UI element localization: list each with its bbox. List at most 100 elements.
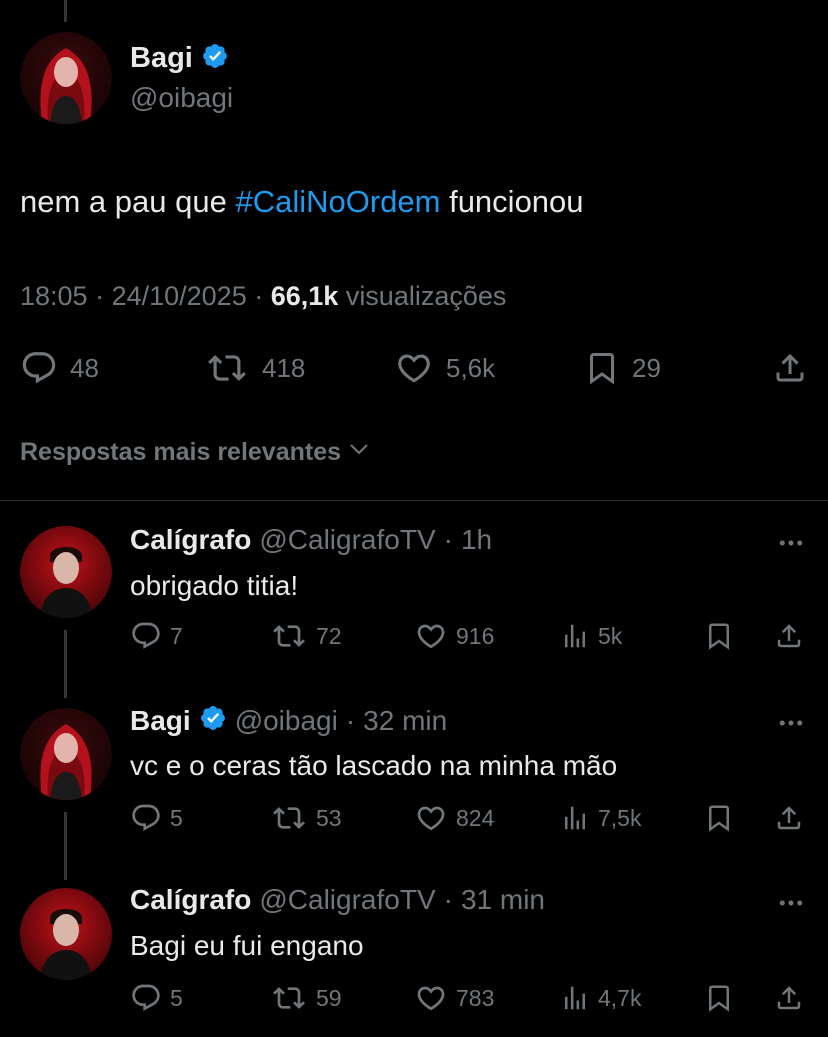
- repost-icon: [270, 982, 308, 1014]
- views-count: 7,5k: [598, 804, 642, 831]
- repost-count: 418: [262, 352, 306, 383]
- reply-count: 5: [170, 984, 183, 1011]
- reply-icon: [130, 982, 162, 1014]
- share-icon: [772, 349, 808, 387]
- repost-button[interactable]: 53: [270, 802, 342, 834]
- thread-connector-top: [64, 0, 67, 22]
- reply-tweet[interactable]: Bagi @oibagi · 32 min vc e o ceras tão l…: [0, 700, 828, 880]
- like-icon: [414, 982, 448, 1014]
- author-handle[interactable]: @CaligrafoTV: [259, 884, 435, 916]
- bookmark-button[interactable]: [704, 982, 734, 1014]
- author-name[interactable]: Bagi: [130, 42, 193, 75]
- like-icon: [414, 802, 448, 834]
- like-button[interactable]: 824: [414, 802, 494, 834]
- separator: ·: [246, 281, 271, 311]
- like-count: 783: [456, 984, 495, 1011]
- repost-count: 59: [316, 984, 342, 1011]
- bookmark-icon: [584, 349, 620, 387]
- tweet-time[interactable]: 1h: [461, 524, 492, 556]
- reply-icon: [20, 349, 58, 387]
- verified-badge-icon: [199, 704, 227, 737]
- repost-icon: [270, 802, 308, 834]
- author-name[interactable]: Calígrafo: [130, 524, 251, 556]
- repost-button[interactable]: 418: [204, 349, 305, 387]
- bookmark-icon: [704, 620, 734, 652]
- avatar[interactable]: [20, 708, 112, 800]
- more-icon[interactable]: [776, 888, 806, 923]
- bookmark-count: 29: [632, 352, 661, 383]
- author-handle[interactable]: @CaligrafoTV: [259, 524, 435, 556]
- tweet-actions: 48 418 5,6k 29: [0, 345, 828, 391]
- reply-button[interactable]: 48: [20, 349, 99, 387]
- author-handle[interactable]: @oibagi: [130, 82, 233, 114]
- reply-count: 5: [170, 804, 183, 831]
- bookmark-button[interactable]: [704, 620, 734, 652]
- more-icon[interactable]: [776, 708, 806, 743]
- repost-icon: [270, 620, 308, 652]
- views-button[interactable]: 7,5k: [560, 802, 641, 834]
- reply-icon: [130, 620, 162, 652]
- avatar[interactable]: [20, 32, 112, 124]
- views-count: 66,1k: [270, 281, 339, 311]
- like-count: 824: [456, 804, 495, 831]
- bookmark-icon: [704, 982, 734, 1014]
- like-icon: [394, 349, 434, 387]
- like-button[interactable]: 916: [414, 620, 494, 652]
- author-name[interactable]: Calígrafo: [130, 884, 251, 916]
- reply-text: vc e o ceras tão lascado na minha mão: [130, 750, 618, 781]
- tweet-text: nem a pau que #CaliNoOrdem funcionou: [20, 184, 584, 220]
- more-icon[interactable]: [776, 528, 806, 563]
- avatar[interactable]: [20, 888, 112, 980]
- share-icon: [774, 802, 804, 834]
- share-icon: [774, 982, 804, 1014]
- reply-button[interactable]: 7: [130, 620, 183, 652]
- views-button[interactable]: 5k: [560, 620, 622, 652]
- like-count: 5,6k: [446, 352, 496, 383]
- like-button[interactable]: 783: [414, 982, 494, 1014]
- reply-actions: 5 53 824 7,5k: [0, 802, 828, 842]
- reply-tweet[interactable]: Calígrafo @CaligrafoTV · 31 min Bagi eu …: [0, 880, 828, 1037]
- reply-icon: [130, 802, 162, 834]
- views-icon: [560, 982, 590, 1014]
- separator: ·: [443, 524, 453, 555]
- replies-sort-dropdown[interactable]: Respostas mais relevantes: [20, 437, 371, 468]
- reply-text: Bagi eu fui engano: [130, 930, 364, 961]
- tweet-time[interactable]: 18:05: [20, 281, 88, 311]
- verified-badge-icon: [201, 42, 229, 75]
- bookmark-button[interactable]: [704, 802, 734, 834]
- tweet-text-after: funcionou: [440, 184, 584, 219]
- reply-text: obrigado titia!: [130, 570, 299, 601]
- views-label: visualizações: [345, 281, 507, 311]
- share-button[interactable]: [774, 802, 804, 834]
- author-handle[interactable]: @oibagi: [235, 705, 338, 737]
- share-icon: [774, 620, 804, 652]
- author-name[interactable]: Bagi: [130, 705, 191, 737]
- hashtag-link[interactable]: #CaliNoOrdem: [235, 184, 440, 219]
- like-button[interactable]: 5,6k: [394, 349, 495, 387]
- share-button[interactable]: [772, 349, 808, 387]
- views-button[interactable]: 4,7k: [560, 982, 641, 1014]
- repost-button[interactable]: 72: [270, 620, 342, 652]
- views-icon: [560, 620, 590, 652]
- views-icon: [560, 802, 590, 834]
- tweet-time[interactable]: 31 min: [461, 884, 545, 916]
- reply-button[interactable]: 5: [130, 802, 183, 834]
- share-button[interactable]: [774, 982, 804, 1014]
- share-button[interactable]: [774, 620, 804, 652]
- reply-button[interactable]: 5: [130, 982, 183, 1014]
- divider: [0, 500, 828, 501]
- avatar[interactable]: [20, 526, 112, 618]
- bookmark-icon: [704, 802, 734, 834]
- repost-count: 72: [316, 622, 342, 649]
- tweet-meta: 18:05 · 24/10/2025 · 66,1k visualizações: [20, 281, 506, 312]
- like-count: 916: [456, 622, 495, 649]
- repost-button[interactable]: 59: [270, 982, 342, 1014]
- repost-icon: [204, 349, 250, 387]
- reply-count: 48: [70, 352, 99, 383]
- bookmark-button[interactable]: 29: [584, 349, 661, 387]
- tweet-date[interactable]: 24/10/2025: [112, 281, 247, 311]
- reply-tweet[interactable]: Calígrafo @CaligrafoTV · 1h obrigado tit…: [0, 520, 828, 700]
- separator: ·: [443, 884, 453, 915]
- tweet-time[interactable]: 32 min: [363, 705, 447, 737]
- chevron-down-icon: [347, 437, 371, 468]
